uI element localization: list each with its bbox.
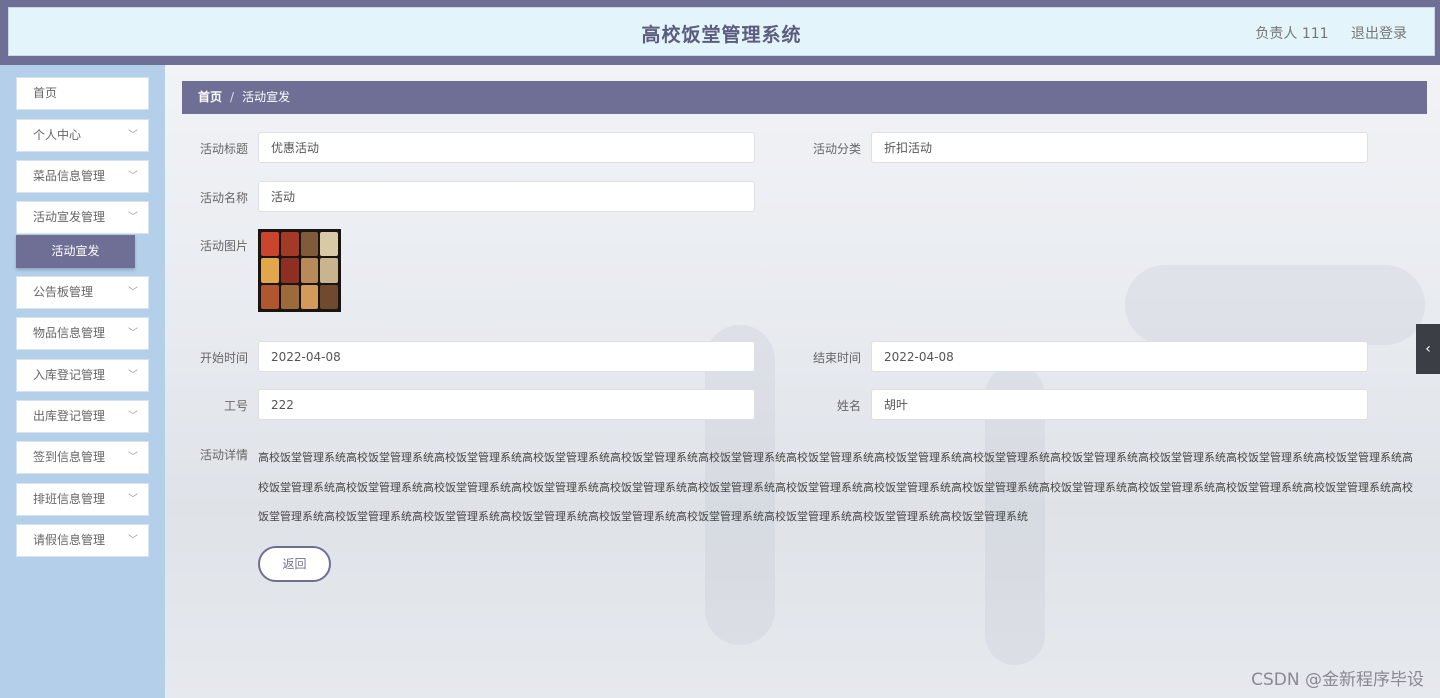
job-number-field[interactable] (258, 389, 755, 420)
sidebar-item-leave[interactable]: 请假信息管理 ﹀ (16, 524, 149, 557)
sidebar-item-label: 菜品信息管理 (33, 169, 106, 183)
activity-title-label: 活动标题 (199, 142, 248, 156)
sidebar-item-activity-management[interactable]: 活动宣发管理 ﹀ (16, 201, 149, 234)
chevron-down-icon: ﹀ (128, 370, 138, 381)
chevron-down-icon: ﹀ (128, 535, 138, 546)
sidebar-item-label: 首页 (33, 86, 58, 100)
back-button[interactable]: 返回 (258, 546, 331, 582)
sidebar-item-home[interactable]: 首页 (16, 77, 149, 110)
breadcrumb: 首页 / 活动宣发 (182, 81, 1427, 114)
chevron-down-icon: ﹀ (128, 411, 138, 422)
background-decoration (1125, 265, 1425, 345)
chevron-left-icon[interactable]: ‹ (1416, 324, 1440, 374)
sidebar-item-label: 排班信息管理 (33, 492, 106, 506)
sidebar-item-label: 入库登记管理 (33, 368, 106, 382)
activity-image-label: 活动图片 (199, 239, 248, 253)
chevron-down-icon: ﹀ (128, 287, 138, 298)
sidebar-item-dish-management[interactable]: 菜品信息管理 ﹀ (16, 160, 149, 193)
top-bar: 高校饭堂管理系统 负责人 111 退出登录 (0, 0, 1440, 65)
chevron-down-icon: ﹀ (128, 212, 138, 223)
sidebar-item-label: 出库登记管理 (33, 409, 106, 423)
user-area: 负责人 111 退出登录 (1255, 23, 1407, 43)
sidebar-item-notice-board[interactable]: 公告板管理 ﹀ (16, 276, 149, 309)
person-name-field[interactable] (871, 389, 1368, 420)
sidebar-item-inbound[interactable]: 入库登记管理 ﹀ (16, 359, 149, 392)
activity-title-field[interactable] (258, 132, 755, 163)
start-time-field[interactable] (258, 341, 755, 372)
sidebar-item-label: 请假信息管理 (33, 533, 106, 547)
sidebar-item-outbound[interactable]: 出库登记管理 ﹀ (16, 400, 149, 433)
activity-details-text: 高校饭堂管理系统高校饭堂管理系统高校饭堂管理系统高校饭堂管理系统高校饭堂管理系统… (258, 451, 1413, 523)
header: 高校饭堂管理系统 负责人 111 退出登录 (8, 7, 1435, 56)
activity-category-label: 活动分类 (812, 142, 861, 156)
sidebar-item-label: 公告板管理 (33, 285, 94, 299)
chevron-down-icon: ﹀ (128, 328, 138, 339)
sidebar-item-label: 活动宣发管理 (33, 210, 106, 224)
watermark: CSDN @金新程序毕设 (1251, 670, 1424, 690)
person-name-label: 姓名 (836, 399, 861, 413)
logout-button[interactable]: 退出登录 (1351, 26, 1407, 42)
activity-category-field[interactable] (871, 132, 1368, 163)
activity-name-label: 活动名称 (199, 191, 248, 205)
chevron-down-icon: ﹀ (128, 171, 138, 182)
sidebar-subitem-activity-promotion[interactable]: 活动宣发 (16, 235, 135, 268)
chevron-down-icon: ﹀ (128, 130, 138, 141)
sidebar-item-checkin[interactable]: 签到信息管理 ﹀ (16, 441, 149, 474)
breadcrumb-current: 活动宣发 (242, 90, 291, 104)
chevron-down-icon: ﹀ (128, 452, 138, 463)
job-number-label: 工号 (223, 399, 248, 413)
app-title: 高校饭堂管理系统 (641, 24, 802, 46)
chevron-down-icon: ﹀ (128, 494, 138, 505)
sidebar: 首页 个人中心 ﹀ 菜品信息管理 ﹀ 活动宣发管理 ﹀ 活动宣发 公告板管理 ﹀… (0, 65, 165, 698)
sidebar-item-personal-center[interactable]: 个人中心 ﹀ (16, 119, 149, 152)
sidebar-item-goods-info[interactable]: 物品信息管理 ﹀ (16, 317, 149, 350)
breadcrumb-separator: / (230, 90, 235, 104)
sidebar-item-label: 签到信息管理 (33, 450, 106, 464)
breadcrumb-home[interactable]: 首页 (198, 90, 222, 104)
main-content: 首页 / 活动宣发 活动标题 活动分类 活动名称 活动图片 开始时间 结束时间 工号… (165, 65, 1440, 698)
activity-details-label: 活动详情 (199, 448, 248, 462)
sidebar-item-schedule[interactable]: 排班信息管理 ﹀ (16, 483, 149, 516)
activity-image[interactable] (258, 229, 341, 312)
sidebar-item-label: 个人中心 (33, 128, 82, 142)
end-time-label: 结束时间 (812, 351, 861, 365)
activity-name-field[interactable] (258, 181, 755, 212)
end-time-field[interactable] (871, 341, 1368, 372)
sidebar-item-label: 物品信息管理 (33, 326, 106, 340)
user-label: 负责人 111 (1255, 26, 1329, 42)
start-time-label: 开始时间 (199, 351, 248, 365)
